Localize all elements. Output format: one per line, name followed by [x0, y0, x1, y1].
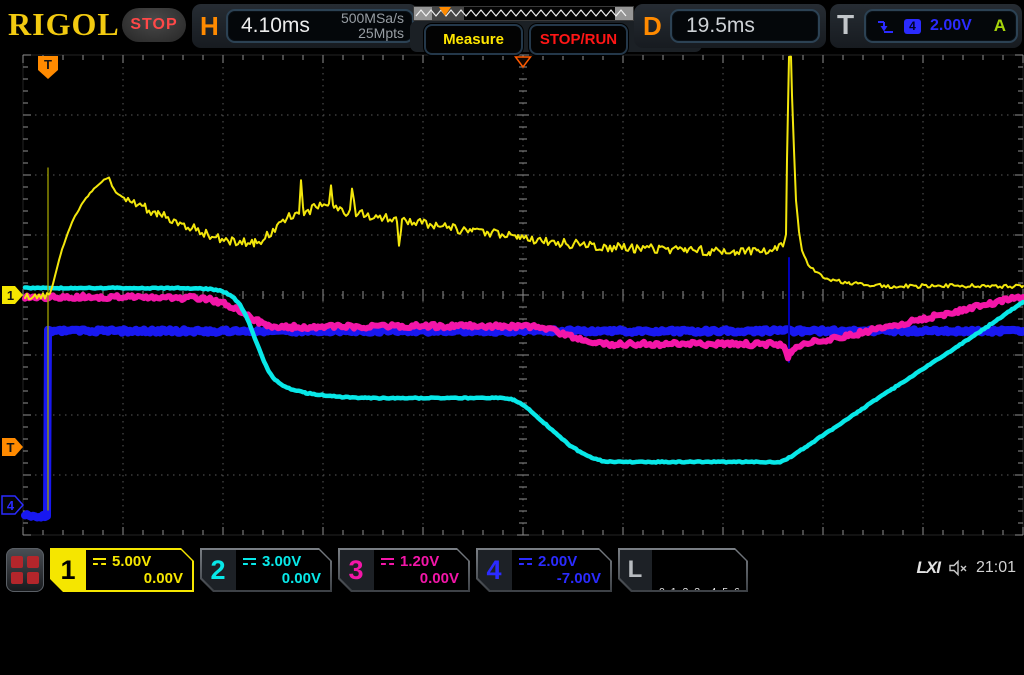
stop-run-button[interactable]: STOP/RUN	[529, 24, 628, 55]
channel-4-number: 4	[476, 548, 512, 592]
sample-rate: 500MSa/s 25Mpts	[341, 11, 412, 41]
run-state-indicator[interactable]: STOP	[122, 8, 186, 42]
trigger-level-value: 2.00V	[930, 17, 972, 35]
channel-1-box[interactable]: 1 5.00V 0.00V	[50, 548, 194, 592]
clock: 21:01	[976, 559, 1016, 577]
horizontal-label: H	[200, 11, 219, 42]
delay-label: D	[643, 11, 662, 42]
trigger-mode: A	[994, 16, 1016, 36]
status-area: LXI 21:01	[917, 558, 1017, 578]
sound-muted-icon	[948, 559, 968, 577]
trigger-position-marker[interactable]: T	[38, 56, 58, 79]
channel-status-bar: 1 5.00V 0.00V 2 3.00V 0.00V 3 1.20V 0.00…	[0, 544, 1024, 600]
trigger-label: T	[837, 9, 854, 41]
measure-button[interactable]: Measure	[424, 24, 523, 55]
trigger-panel[interactable]: T 4 2.00V A	[830, 4, 1022, 48]
svg-text:T: T	[44, 57, 52, 72]
scope-display: 1 T 4 T	[0, 0, 1024, 544]
logic-row-2: 8 9 10 11 12 13 14 15	[659, 630, 742, 645]
channel-3-offset: 0.00V	[374, 570, 468, 587]
channel-3-box[interactable]: 3 1.20V 0.00V	[338, 548, 470, 592]
channel-2-number: 2	[200, 548, 236, 592]
trace-ch1	[25, 57, 1023, 300]
dc-coupling-icon	[380, 557, 395, 567]
channel-2-scale: 3.00V	[262, 553, 301, 570]
trigger-level-marker[interactable]: T	[2, 438, 23, 456]
channel-4-offset: -7.00V	[512, 570, 610, 587]
channel-1-scale: 5.00V	[112, 553, 151, 570]
trigger-source-badge: 4	[904, 19, 921, 34]
lxi-indicator: LXI	[917, 558, 940, 578]
trace-ch2	[25, 287, 1023, 462]
timebase-value: 4.10ms	[228, 14, 310, 38]
top-toolbar: RIGOL STOP H 4.10ms 500MSa/s 25Mpts Meas…	[0, 0, 1024, 52]
dc-coupling-icon	[242, 557, 257, 567]
channel-1-zero-marker[interactable]: 1	[2, 286, 23, 304]
dc-coupling-icon	[518, 557, 533, 567]
horizontal-panel[interactable]: H 4.10ms 500MSa/s 25Mpts	[192, 4, 418, 48]
logic-label: L	[618, 548, 652, 592]
svg-text:T: T	[7, 440, 15, 455]
falling-edge-icon	[876, 17, 895, 35]
dc-coupling-icon	[92, 557, 107, 567]
channel-1-offset: 0.00V	[86, 570, 192, 587]
delay-panel[interactable]: D 19.5ms	[634, 4, 826, 48]
trace-ch4	[25, 329, 1023, 517]
channel-1-number: 1	[50, 548, 86, 592]
delay-value: 19.5ms	[672, 14, 755, 38]
delay-center-marker[interactable]	[516, 57, 531, 67]
svg-text:1: 1	[7, 288, 14, 303]
rigol-logo: RIGOL	[8, 6, 120, 43]
memory-position-bar[interactable]	[413, 6, 634, 21]
channel-2-offset: 0.00V	[236, 570, 330, 587]
menu-grid-icon	[11, 556, 39, 584]
channel-4-box[interactable]: 4 2.00V -7.00V	[476, 548, 612, 592]
channel-3-scale: 1.20V	[400, 553, 439, 570]
svg-text:4: 4	[7, 498, 15, 513]
channel-2-box[interactable]: 2 3.00V 0.00V	[200, 548, 332, 592]
menu-button[interactable]	[6, 548, 44, 592]
channel-4-zero-marker[interactable]: 4	[2, 496, 23, 514]
channel-4-scale: 2.00V	[538, 553, 577, 570]
logic-row-1: 0 1 2 3 4 5 6 7	[659, 585, 742, 600]
logic-channels-box[interactable]: L 0 1 2 3 4 5 6 7 8 9 10 11 12 13 14 15	[618, 548, 748, 592]
channel-3-number: 3	[338, 548, 374, 592]
